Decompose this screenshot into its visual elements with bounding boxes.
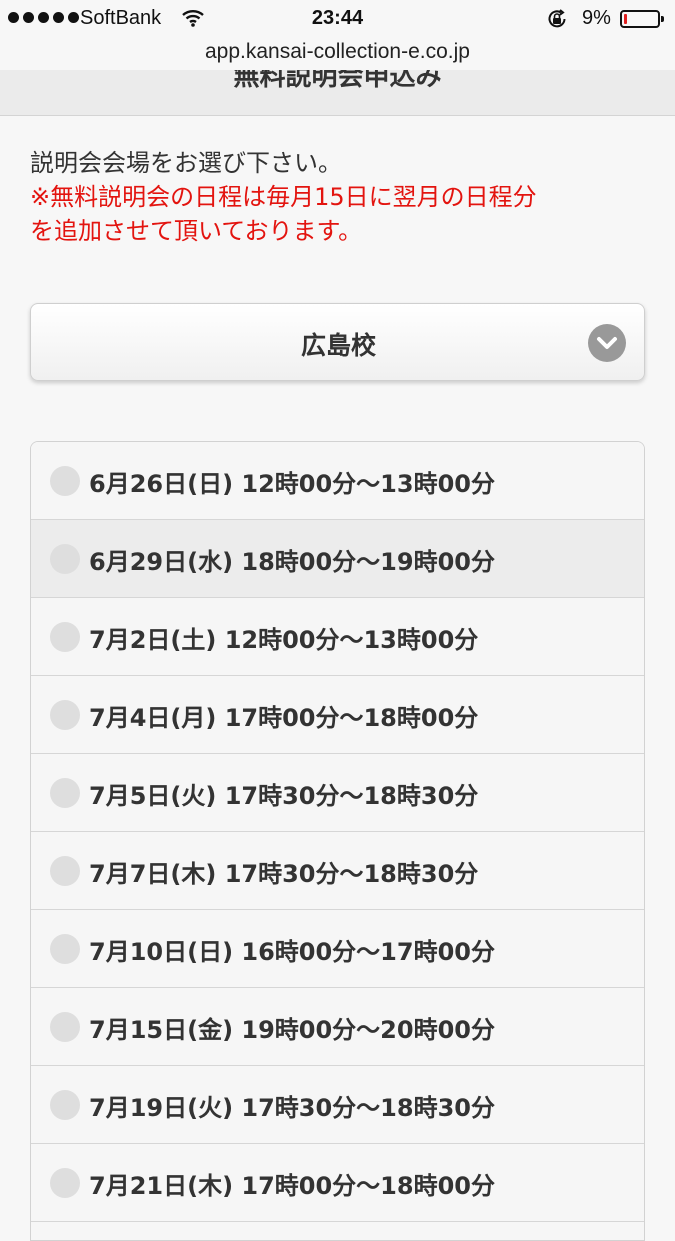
radio-button[interactable] [50, 1090, 80, 1120]
radio-button[interactable] [50, 778, 80, 808]
status-bar: SoftBank 23:44 9% [0, 0, 675, 40]
schedule-option[interactable]: 7月7日(木) 17時30分〜18時30分 [31, 832, 644, 910]
schedule-option-label: 7月7日(木) 17時30分〜18時30分 [89, 860, 479, 888]
page-header: 無料説明会申込み [0, 70, 675, 116]
schedule-option-label: 6月26日(日) 12時00分〜13時00分 [89, 470, 495, 498]
venue-prompt: 説明会会場をお選び下さい。 [30, 149, 342, 177]
schedule-option-label: 7月4日(月) 17時00分〜18時00分 [89, 704, 479, 732]
chevron-down-icon [588, 324, 626, 362]
radio-button[interactable] [50, 1168, 80, 1198]
schedule-option[interactable]: 7月5日(火) 17時30分〜18時30分 [31, 754, 644, 832]
schedule-option-label: 7月15日(金) 19時00分〜20時00分 [89, 1016, 495, 1044]
radio-button[interactable] [50, 1012, 80, 1042]
schedule-notice-line-1: ※無料説明会の日程は毎月15日に翌月の日程分 [30, 183, 537, 211]
radio-button[interactable] [50, 622, 80, 652]
schedule-notice-line-2: を追加させて頂いております。 [30, 217, 363, 245]
schedule-option-label: 7月19日(火) 17時30分〜18時30分 [89, 1094, 495, 1122]
page-title: 無料説明会申込み [233, 70, 442, 92]
intro-text: 説明会会場をお選び下さい。 ※無料説明会の日程は毎月15日に翌月の日程分 を追加… [30, 146, 645, 248]
battery-icon [620, 10, 664, 28]
schedule-option[interactable]: 7月2日(土) 12時00分〜13時00分 [31, 598, 644, 676]
schedule-option[interactable]: 7月10日(日) 16時00分〜17時00分 [31, 910, 644, 988]
schedule-option-label: 7月21日(木) 17時00分〜18時00分 [89, 1172, 495, 1200]
schedule-option-label: 7月5日(火) 17時30分〜18時30分 [89, 782, 479, 810]
address-bar[interactable]: app.kansai-collection-e.co.jp [0, 40, 675, 70]
radio-button[interactable] [50, 466, 80, 496]
venue-select[interactable]: 広島校 [30, 303, 645, 381]
radio-button[interactable] [50, 934, 80, 964]
schedule-option[interactable]: 6月29日(水) 18時00分〜19時00分 [31, 520, 644, 598]
schedule-option[interactable]: 7月4日(月) 17時00分〜18時00分 [31, 676, 644, 754]
schedule-option[interactable]: 7月19日(火) 17時30分〜18時30分 [31, 1066, 644, 1144]
schedule-option-label: 7月2日(土) 12時00分〜13時00分 [89, 626, 479, 654]
schedule-option[interactable]: 6月26日(日) 12時00分〜13時00分 [31, 442, 644, 520]
schedule-option-label: 6月29日(水) 18時00分〜19時00分 [89, 548, 495, 576]
schedule-option[interactable]: 7月15日(金) 19時00分〜20時00分 [31, 988, 644, 1066]
radio-button[interactable] [50, 544, 80, 574]
orientation-lock-icon [546, 8, 568, 36]
radio-button[interactable] [50, 700, 80, 730]
clock: 23:44 [311, 7, 364, 29]
venue-select-value: 広島校 [300, 331, 376, 360]
schedule-option[interactable]: 7月21日(木) 17時00分〜18時00分 [31, 1144, 644, 1222]
schedule-option-label: 7月10日(日) 16時00分〜17時00分 [89, 938, 495, 966]
battery-percent: 9% [582, 7, 611, 29]
radio-button[interactable] [50, 856, 80, 886]
schedule-list: 6月26日(日) 12時00分〜13時00分 6月29日(水) 18時00分〜1… [30, 441, 645, 1241]
